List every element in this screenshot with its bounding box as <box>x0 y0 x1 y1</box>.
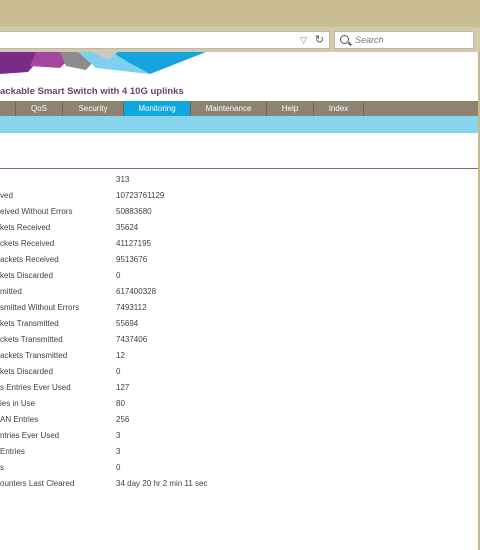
stat-value: 256 <box>116 415 130 424</box>
table-row: mitted 617400328 <box>0 284 478 300</box>
stat-value: 9513676 <box>116 255 148 264</box>
stat-value: 34 day 20 hr 2 min 11 sec <box>116 479 208 488</box>
table-row: Entries 3 <box>0 444 478 460</box>
stat-label: Entries <box>0 447 25 456</box>
stat-value: 10723761129 <box>116 191 165 200</box>
tab-help[interactable]: Help <box>267 101 314 116</box>
stat-label: ntries Ever Used <box>0 431 60 440</box>
stat-value: 41127195 <box>116 239 151 248</box>
table-row: ounters Last Cleared 34 day 20 hr 2 min 1… <box>0 476 478 492</box>
table-row: eived Without Errors 50883680 <box>0 204 478 220</box>
stat-value: 0 <box>116 271 121 280</box>
stat-label: ounters Last Cleared <box>0 479 75 488</box>
stat-value: 3 <box>116 447 121 456</box>
table-row: ackets Transmitted 12 <box>0 348 478 364</box>
stat-label: smitted Without Errors <box>0 303 80 312</box>
url-dropdown-icon[interactable]: ▽ <box>300 35 307 46</box>
stat-label: kets Received <box>0 223 51 232</box>
stat-label: ved <box>0 191 13 200</box>
tab-system[interactable] <box>0 101 16 116</box>
stat-value: 80 <box>116 399 125 408</box>
stat-label: s <box>0 463 4 472</box>
table-row: AN Entries 256 <box>0 412 478 428</box>
stat-label: ackets Received <box>0 255 59 264</box>
submenu-bar <box>0 116 478 133</box>
stat-value: 0 <box>116 367 121 376</box>
table-row: kets Transmitted 55694 <box>0 316 478 332</box>
search-icon <box>340 35 349 44</box>
table-row: ckets Received 41127195 <box>0 236 478 252</box>
stat-value: 3 <box>116 431 121 440</box>
table-row: ved 10723761129 <box>0 188 478 204</box>
stat-label: kets Transmitted <box>0 319 59 328</box>
table-row: kets Discarded 0 <box>0 364 478 380</box>
stat-value: 50883680 <box>116 207 152 216</box>
table-row: ckets Transmitted 7437406 <box>0 332 478 348</box>
stat-value: 55694 <box>116 319 139 328</box>
product-title: ackable Smart Switch with 4 10G uplinks <box>0 86 184 97</box>
search-placeholder: Search <box>355 35 384 45</box>
table-row: smitted Without Errors 7493112 <box>0 300 478 316</box>
address-bar[interactable]: ▽ ↻ <box>0 31 330 49</box>
stat-label: ckets Transmitted <box>0 335 63 344</box>
stat-label: s Entries Ever Used <box>0 383 71 392</box>
section-divider <box>0 168 478 169</box>
tab-maintenance[interactable]: Maintenance <box>191 101 267 116</box>
stat-value: 7437406 <box>116 335 148 344</box>
stat-label: kets Discarded <box>0 271 53 280</box>
stat-value: 0 <box>116 463 121 472</box>
tab-qos[interactable]: QoS <box>16 101 63 116</box>
stat-value: 127 <box>116 383 130 392</box>
search-input[interactable]: Search <box>334 31 474 49</box>
table-row: kets Discarded 0 <box>0 268 478 284</box>
stat-value: 617400328 <box>116 287 157 296</box>
page-content: ackable Smart Switch with 4 10G uplinks … <box>0 52 478 550</box>
main-menu: QoS Security Monitoring Maintenance Help… <box>0 101 478 116</box>
stat-label: kets Discarded <box>0 367 53 376</box>
reload-icon[interactable]: ↻ <box>315 33 324 46</box>
tab-monitoring[interactable]: Monitoring <box>124 101 191 116</box>
table-row: ackets Received 9513676 <box>0 252 478 268</box>
stat-label: ackets Transmitted <box>0 351 68 360</box>
stat-label: mitted <box>0 287 22 296</box>
table-row: s0 <box>0 460 478 476</box>
table-row: ies in Use 80 <box>0 396 478 412</box>
stat-value: 35624 <box>116 223 139 232</box>
table-row: ntries Ever Used 3 <box>0 428 478 444</box>
stat-label: eived Without Errors <box>0 207 73 216</box>
stat-label: AN Entries <box>0 415 39 424</box>
tab-security[interactable]: Security <box>63 101 124 116</box>
table-row: kets Received 35624 <box>0 220 478 236</box>
table-row: 313 <box>0 172 478 188</box>
stat-value: 12 <box>116 351 125 360</box>
tab-index[interactable]: Index <box>314 101 364 116</box>
table-row: s Entries Ever Used 127 <box>0 380 478 396</box>
stat-label: ies in Use <box>0 399 36 408</box>
browser-top-strip <box>0 0 480 27</box>
stat-value: 7493112 <box>116 303 147 312</box>
stat-label: ckets Received <box>0 239 55 248</box>
brand-banner <box>0 52 206 74</box>
stat-value: 313 <box>116 175 130 184</box>
